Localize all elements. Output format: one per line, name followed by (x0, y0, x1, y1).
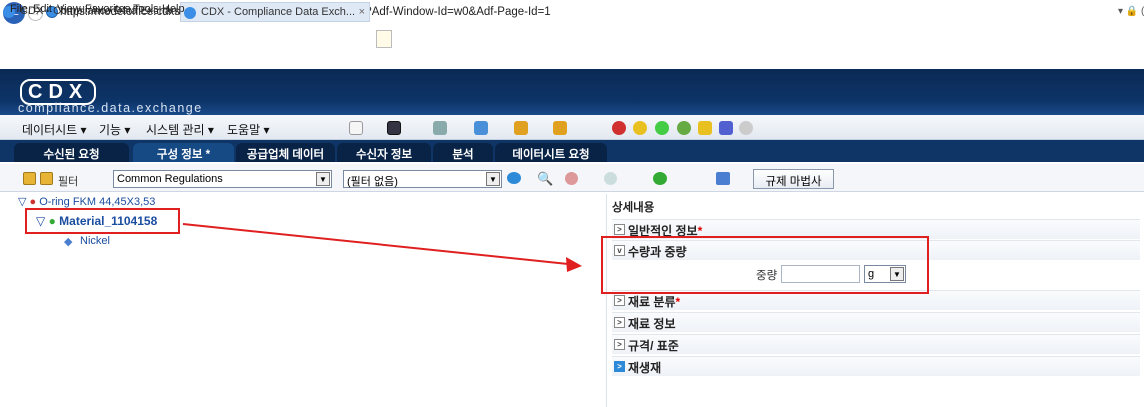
add-substance-icon[interactable] (653, 172, 667, 185)
tab-datasheet-request[interactable]: 데이터시트 요청 (495, 143, 607, 162)
annotation-box-quantity (601, 236, 929, 294)
folder-icon[interactable] (698, 121, 712, 135)
filter-select-value: Common Regulations (117, 173, 223, 185)
filter-select[interactable]: Common Regulations ▼ (113, 170, 332, 188)
tree-root-node[interactable]: ▽ ● O-ring FKM 44,45X3,53 (18, 195, 155, 208)
address-controls[interactable]: ▾ 🔒 ( (1118, 6, 1144, 17)
filter-select-2[interactable]: (필터 없음) ▼ (343, 170, 502, 188)
tab-recipient-info[interactable]: 수신자 정보 (337, 143, 431, 162)
menu-help-app[interactable]: 도움말 ▾ (227, 121, 269, 138)
section-standards[interactable]: > 규격/ 표준 (612, 334, 1140, 354)
ie-icon (184, 7, 196, 19)
tool-icon[interactable] (433, 121, 447, 135)
yellow-object-icon[interactable] (633, 121, 647, 135)
edit-icon[interactable] (716, 172, 730, 185)
chevron-down-icon[interactable]: ▼ (486, 172, 500, 186)
menu-datasheet[interactable]: 데이터시트 ▾ (22, 121, 87, 138)
section-material-info-label: 재료 정보 (628, 317, 676, 331)
flask-icon[interactable] (719, 121, 733, 135)
collapse-all-icon[interactable] (40, 172, 53, 185)
browser-menu-bar (0, 51, 1144, 69)
arrow-line (182, 223, 569, 265)
menu-favorites[interactable]: Favorites (85, 3, 130, 15)
substance-icon: ◆ (64, 236, 73, 248)
save-icon[interactable] (387, 121, 401, 135)
expand-icon[interactable]: > (614, 224, 625, 235)
material-icon[interactable] (655, 121, 669, 135)
menu-tools[interactable]: Tools (133, 3, 159, 15)
section-recycled-label: 재생재 (628, 361, 662, 375)
disabled-object-icon (565, 172, 578, 185)
menu-file[interactable]: File (10, 3, 28, 15)
annotation-box-material (25, 208, 180, 234)
tree-substance-node[interactable]: ◆ Nickel (64, 235, 110, 248)
regulation-wizard-button[interactable]: 규제 마법사 (753, 169, 834, 189)
new-document-icon[interactable] (349, 121, 363, 135)
filter-select-2-value: (필터 없음) (347, 176, 398, 188)
component-icon: ● (29, 196, 37, 208)
browser-tab-2-label: CDX - Compliance Data Exch... (201, 6, 356, 18)
section-material-info[interactable]: > 재료 정보 (612, 312, 1140, 332)
import-icon[interactable] (553, 121, 567, 135)
tab-analysis[interactable]: 분석 (433, 143, 493, 162)
logo-subtitle: compliance.data.exchange (18, 101, 203, 115)
browser-tab-2[interactable]: CDX - Compliance Data Exch... × (180, 2, 370, 22)
filter-label: 필터 (58, 176, 79, 188)
export-icon[interactable] (474, 121, 488, 135)
required-star: * (675, 295, 681, 309)
menu-system-admin[interactable]: 시스템 관리 ▾ (146, 121, 214, 138)
browser-tab-row (0, 27, 1144, 51)
tree-root-label: O-ring FKM 44,45X3,53 (39, 196, 156, 208)
substance-icon[interactable] (677, 121, 691, 135)
menu-view[interactable]: View (57, 3, 81, 15)
expand-all-icon[interactable] (23, 172, 36, 185)
chevron-down-icon[interactable]: ▼ (316, 172, 330, 186)
section-material-class-label: 재료 분류 (628, 295, 676, 309)
screen: ← → https://modeloffice.cdxsystem.com/cd… (0, 0, 1144, 407)
gear-icon[interactable] (739, 121, 753, 135)
search-icon[interactable]: 🔍 (537, 171, 553, 187)
expand-icon[interactable]: > (614, 295, 625, 306)
section-recycled[interactable]: > 재생재 (612, 356, 1140, 376)
menu-help[interactable]: Help (162, 3, 185, 15)
menu-edit[interactable]: Edit (33, 3, 52, 15)
eye-icon[interactable] (507, 172, 521, 184)
tab-received-requests[interactable]: 수신된 요청 (14, 143, 129, 162)
expand-icon[interactable]: > (614, 361, 625, 372)
red-object-icon[interactable] (612, 121, 626, 135)
new-tab-icon[interactable] (376, 30, 392, 48)
tab-composition[interactable]: 구성 정보 * (133, 143, 234, 162)
detail-title: 상세내용 (612, 202, 655, 214)
section-standards-label: 규격/ 표준 (628, 339, 679, 353)
disabled-material-icon (604, 172, 617, 185)
expand-icon[interactable]: > (614, 339, 625, 350)
menu-function[interactable]: 기능 ▾ (99, 121, 130, 138)
upload-icon[interactable] (514, 121, 528, 135)
close-tab-icon[interactable]: × (359, 6, 365, 18)
tab-supplier-data[interactable]: 공급업체 데이터 (236, 143, 335, 162)
tree-substance-label: Nickel (80, 235, 110, 247)
arrow-head (566, 257, 582, 272)
expand-icon[interactable]: > (614, 317, 625, 328)
